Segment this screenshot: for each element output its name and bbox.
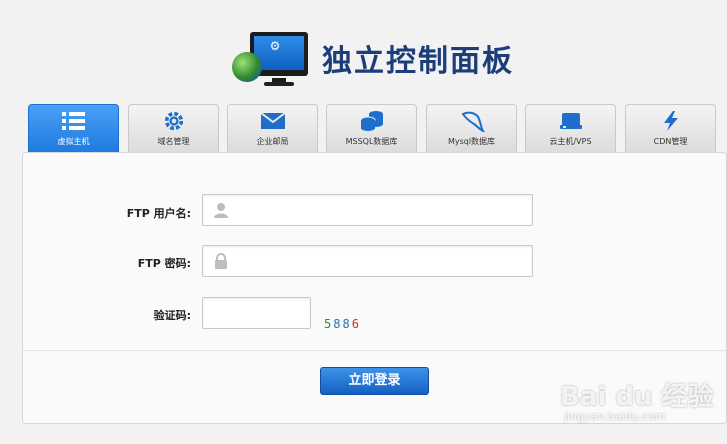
tab-label: 企业邮局 — [256, 137, 289, 146]
lightning-icon — [663, 111, 678, 131]
tab-label: CDN管理 — [653, 137, 688, 146]
password-label: FTP 密码: — [137, 257, 191, 270]
tab-virtual-host[interactable]: 虚拟主机 — [28, 104, 119, 152]
captcha-image[interactable]: 5886 — [324, 317, 361, 331]
tab-label: 虚拟主机 — [57, 137, 90, 146]
username-field-box — [202, 194, 533, 227]
tab-label: Mysql数据库 — [447, 137, 496, 146]
tab-mssql[interactable]: MSSQL数据库 — [326, 104, 417, 152]
list-icon — [61, 112, 85, 130]
dolphin-icon — [461, 111, 485, 132]
watermark-main: Bai du 经验 — [560, 382, 714, 412]
captcha-char: 5 — [324, 317, 334, 331]
globe-icon — [232, 52, 262, 82]
username-label: FTP 用户名: — [126, 207, 191, 220]
database-icon — [360, 111, 383, 131]
page-title: 独立控制面板 — [322, 44, 514, 79]
lock-icon — [215, 253, 227, 269]
watermark: Bai du 经验 jingyan.baidu.com — [560, 376, 720, 436]
captcha-char: 6 — [351, 317, 361, 331]
server-icon — [559, 113, 582, 129]
logo: ⚙ 独立控制面板 — [232, 30, 532, 90]
captcha-label: 验证码: — [153, 309, 191, 322]
login-button[interactable]: 立即登录 — [320, 367, 429, 395]
watermark-sub: jingyan.baidu.com — [564, 410, 666, 423]
tab-label: MSSQL数据库 — [345, 137, 398, 146]
captcha-input[interactable] — [207, 298, 311, 330]
envelope-icon — [259, 112, 286, 129]
tab-bar: 虚拟主机 域名管理 企业邮局 MSSQL数据库 Mysql数据库 云主机/VPS… — [28, 104, 727, 154]
tab-cdn[interactable]: CDN管理 — [625, 104, 716, 152]
gear-icon — [164, 111, 183, 131]
tab-mail[interactable]: 企业邮局 — [227, 104, 318, 152]
tab-label: 域名管理 — [157, 137, 190, 146]
captcha-char: 8 — [342, 317, 352, 331]
tab-domain[interactable]: 域名管理 — [128, 104, 219, 152]
captcha-field-box — [202, 297, 311, 330]
gear-icon: ⚙ — [269, 39, 281, 53]
tab-mysql[interactable]: Mysql数据库 — [426, 104, 517, 152]
username-input[interactable] — [235, 195, 529, 227]
tab-label: 云主机/VPS — [549, 137, 592, 146]
password-field-box — [202, 245, 533, 278]
divider — [23, 350, 726, 351]
tab-vps[interactable]: 云主机/VPS — [525, 104, 616, 152]
password-input[interactable] — [235, 246, 529, 278]
user-icon — [214, 203, 228, 218]
